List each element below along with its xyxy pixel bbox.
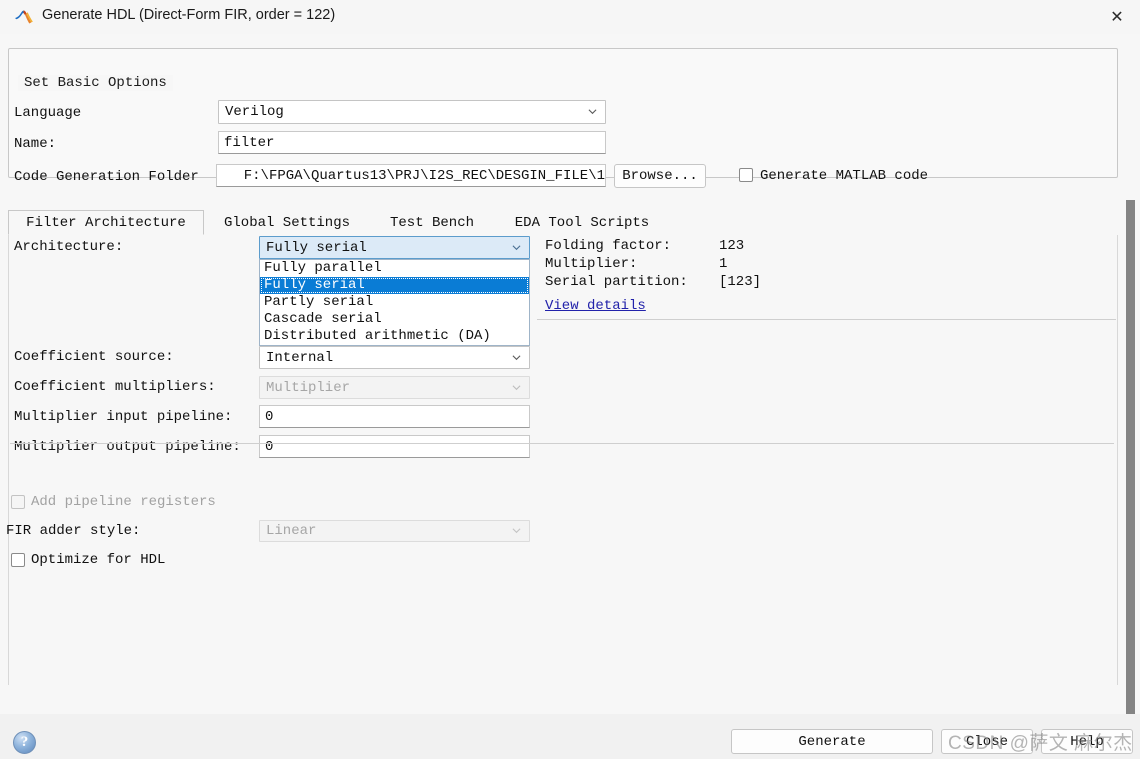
browse-button[interactable]: Browse... (614, 164, 706, 188)
generate-matlab-code-checkbox[interactable] (739, 168, 753, 182)
chevron-down-icon (512, 384, 521, 390)
dropdown-option-cascade-serial[interactable]: Cascade serial (260, 311, 529, 328)
serial-partition-value: [123] (719, 274, 762, 290)
tab-global-settings[interactable]: Global Settings (212, 210, 362, 235)
code-generation-folder-label: Code Generation Folder (14, 169, 199, 185)
language-combo[interactable]: Verilog (218, 100, 606, 124)
architecture-combo[interactable]: Fully serial (259, 236, 530, 259)
serial-partition-label: Serial partition: (545, 274, 688, 290)
coefficient-source-combo[interactable]: Internal (259, 346, 530, 369)
help-button-label: Help (1070, 733, 1104, 750)
code-generation-folder-input[interactable]: F:\FPGA\Quartus13\PRJ\I2S_REC\DESGIN_FIL… (216, 164, 606, 187)
close-button[interactable]: Close (941, 729, 1033, 754)
optimize-for-hdl-checkbox[interactable] (11, 553, 25, 567)
fir-adder-style-combo: Linear (259, 520, 530, 542)
code-generation-folder-value: F:\FPGA\Quartus13\PRJ\I2S_REC\DESGIN_FIL… (243, 167, 605, 184)
chevron-down-icon (588, 109, 597, 115)
multiplier-input-pipeline-value: 0 (265, 408, 274, 425)
architecture-label: Architecture: (14, 239, 124, 255)
coefficient-multipliers-value: Multiplier (266, 379, 351, 396)
tab-filter-architecture[interactable]: Filter Architecture (8, 210, 204, 235)
name-input-value: filter (224, 134, 275, 151)
multiplier-input-pipeline-label: Multiplier input pipeline: (14, 409, 233, 425)
help-button[interactable]: Help (1041, 729, 1133, 754)
coefficient-multipliers-combo: Multiplier (259, 376, 530, 399)
tab-global-settings-label: Global Settings (223, 214, 351, 231)
generate-button[interactable]: Generate (731, 729, 933, 754)
window-titlebar: Generate HDL (Direct-Form FIR, order = 1… (0, 0, 1140, 35)
folding-factor-label: Folding factor: (545, 238, 672, 254)
close-button-label: Close (965, 733, 1008, 750)
section-separator (10, 443, 1114, 444)
coefficient-multipliers-label: Coefficient multipliers: (14, 379, 216, 395)
optimize-for-hdl-label: Optimize for HDL (31, 552, 166, 568)
multiplier-output-pipeline-label: Multiplier output pipeline: (14, 439, 241, 455)
architecture-dropdown-list[interactable]: Fully parallel Fully serial Partly seria… (259, 259, 530, 346)
tab-filter-architecture-label: Filter Architecture (26, 214, 186, 231)
close-icon[interactable]: ✕ (1094, 0, 1140, 33)
language-combo-value: Verilog (225, 104, 284, 120)
dialog-body: Set Basic Options Language Verilog Name:… (0, 34, 1140, 742)
view-details-link[interactable]: View details (545, 298, 646, 314)
folding-factor-value: 123 (719, 238, 745, 254)
set-basic-options-title: Set Basic Options (18, 75, 173, 91)
add-pipeline-registers-checkbox (11, 495, 25, 509)
tab-eda-tool-scripts[interactable]: EDA Tool Scripts (502, 210, 662, 235)
chevron-down-icon (512, 244, 521, 250)
details-separator (537, 319, 1116, 320)
dropdown-option-partly-serial[interactable]: Partly serial (260, 294, 529, 311)
coefficient-source-label: Coefficient source: (14, 349, 174, 365)
vertical-scrollbar-thumb[interactable] (1126, 200, 1135, 725)
chevron-down-icon (512, 354, 521, 360)
add-pipeline-registers-label: Add pipeline registers (31, 494, 216, 510)
chevron-down-icon (512, 528, 521, 534)
multiplier-output-pipeline-value: 0 (265, 438, 274, 455)
question-mark-icon[interactable]: ? (13, 731, 36, 754)
generate-button-label: Generate (798, 733, 866, 750)
fir-adder-style-label: FIR adder style: (6, 523, 141, 539)
multiplier-value: 1 (719, 256, 728, 272)
multiplier-output-pipeline-input[interactable]: 0 (259, 435, 530, 458)
tabstrip: Filter Architecture Global Settings Test… (8, 210, 1116, 236)
name-label: Name: (14, 136, 57, 152)
name-input[interactable]: filter (218, 131, 606, 154)
fir-adder-style-value: Linear (266, 523, 317, 539)
browse-button-label: Browse... (622, 168, 698, 184)
coefficient-source-value: Internal (266, 349, 334, 366)
dropdown-option-fully-serial[interactable]: Fully serial (260, 277, 529, 294)
matlab-membrane-icon (15, 10, 33, 24)
tab-test-bench[interactable]: Test Bench (376, 210, 488, 235)
generate-matlab-code-label: Generate MATLAB code (760, 168, 929, 184)
window-title: Generate HDL (Direct-Form FIR, order = 1… (42, 7, 336, 23)
dropdown-option-fully-parallel[interactable]: Fully parallel (260, 260, 529, 277)
multiplier-input-pipeline-input[interactable]: 0 (259, 405, 530, 428)
multiplier-label: Multiplier: (545, 256, 638, 272)
generate-hdl-dialog: Generate HDL (Direct-Form FIR, order = 1… (0, 0, 1140, 759)
dropdown-option-distributed-arithmetic[interactable]: Distributed arithmetic (DA) (260, 328, 529, 345)
tab-eda-tool-scripts-label: EDA Tool Scripts (514, 214, 650, 231)
language-label: Language (14, 105, 82, 121)
architecture-combo-value: Fully serial (266, 239, 367, 256)
tab-test-bench-label: Test Bench (389, 214, 474, 231)
